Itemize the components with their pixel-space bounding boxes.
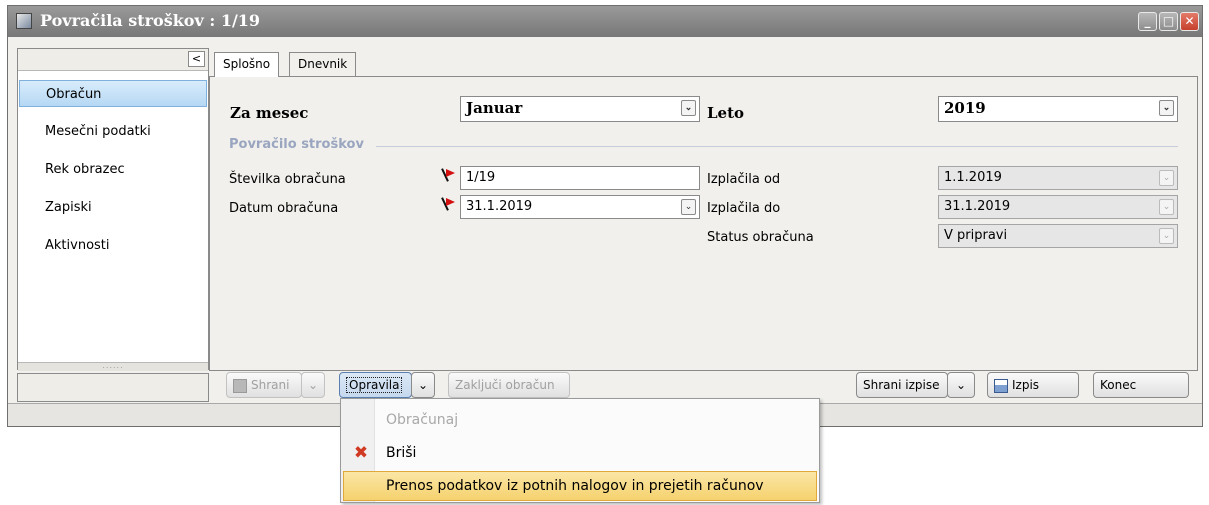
opravila-label: Opravila: [346, 377, 403, 393]
app-icon: [16, 13, 32, 29]
chevron-down-icon[interactable]: ⌄: [681, 100, 696, 116]
required-flag-icon: [441, 168, 455, 182]
group-title: Povračilo stroškov: [229, 137, 364, 152]
menu-item-brisi-label: Briši: [386, 445, 417, 461]
required-flag-icon: [441, 197, 455, 211]
sidebar-footer: [17, 373, 209, 402]
datum-obracuna-label: Datum obračuna: [229, 201, 339, 216]
form-panel: Za mesec Januar ⌄ Leto 2019 ⌄ Povračilo …: [209, 76, 1198, 371]
menu-item-obracunaj: Obračunaj: [386, 412, 459, 428]
status-obracuna-value: V pripravi: [944, 228, 1008, 243]
chevron-down-icon[interactable]: ⌄: [681, 199, 696, 215]
opravila-menu: Obračunaj ✖ Briši Prenos podatkov iz potn…: [340, 398, 820, 503]
za-mesec-select[interactable]: Januar ⌄: [460, 96, 700, 122]
sidebar-item-rek-obrazec[interactable]: Rek obrazec: [19, 156, 207, 183]
izplacila-do-value: 31.1.2019: [944, 199, 1011, 214]
shrani-izpise-button[interactable]: Shrani izpise: [856, 372, 948, 398]
stevilka-obracuna-label: Številka obračuna: [229, 172, 346, 187]
main-window: Povračila stroškov : 1/19 _ □ ✕ < Obraču…: [7, 5, 1203, 427]
title-bar[interactable]: Povračila stroškov : 1/19 _ □ ✕: [8, 6, 1202, 37]
sidebar-splitter[interactable]: ......: [18, 362, 208, 371]
izplacila-do-label: Izplačila do: [707, 201, 781, 216]
zakljuci-obracun-button: Zaključi obračun: [448, 372, 570, 398]
close-button[interactable]: ✕: [1180, 12, 1199, 31]
opravila-button[interactable]: Opravila: [339, 372, 412, 398]
status-obracuna-label: Status obračuna: [707, 230, 814, 245]
izpis-label: Izpis: [1012, 378, 1040, 392]
tab-dnevnik[interactable]: Dnevnik: [289, 52, 357, 76]
maximize-button[interactable]: □: [1159, 12, 1178, 31]
delete-x-icon: ✖: [353, 443, 369, 463]
izplacila-od-value: 1.1.2019: [944, 170, 1002, 185]
konec-button[interactable]: Konec: [1093, 372, 1189, 398]
shrani-izpise-dropdown-button[interactable]: ⌄: [947, 372, 975, 398]
collapse-sidebar-button[interactable]: <: [188, 51, 205, 67]
window-title: Povračila stroškov : 1/19: [40, 11, 261, 30]
izplacila-od-label: Izplačila od: [707, 172, 781, 187]
sidebar-header: <: [18, 49, 208, 71]
leto-select[interactable]: 2019 ⌄: [938, 96, 1178, 122]
za-mesec-value: Januar: [466, 99, 523, 117]
shrani-label: Shrani: [251, 378, 290, 392]
chevron-down-icon: ⌄: [1159, 199, 1174, 215]
datum-obracuna-input[interactable]: 31.1.2019 ⌄: [460, 195, 700, 219]
status-obracuna-field: V pripravi ⌄: [938, 224, 1178, 248]
leto-value: 2019: [944, 99, 986, 117]
sidebar-item-zapiski[interactable]: Zapiski: [19, 194, 207, 221]
minimize-button[interactable]: _: [1138, 12, 1157, 31]
opravila-dropdown-button[interactable]: ⌄: [411, 372, 435, 398]
sidebar: < Obračun Mesečni podatki Rek obrazec Za…: [17, 48, 209, 371]
sidebar-item-aktivnosti[interactable]: Aktivnosti: [19, 232, 207, 259]
chevron-down-icon: ⌄: [1159, 228, 1174, 244]
group-divider: [376, 146, 1178, 147]
printer-icon: [994, 378, 1008, 393]
datum-obracuna-value: 31.1.2019: [466, 199, 533, 214]
chevron-down-icon: ⌄: [1159, 170, 1174, 186]
shrani-dropdown-button: ⌄: [301, 372, 325, 398]
stevilka-obracuna-input[interactable]: 1/19: [460, 166, 700, 190]
chevron-down-icon[interactable]: ⌄: [1159, 100, 1174, 116]
menu-item-prenos-podatkov[interactable]: Prenos podatkov iz potnih nalogov in pre…: [343, 471, 817, 501]
izplacila-od-field: 1.1.2019 ⌄: [938, 166, 1178, 190]
tab-splosno[interactable]: Splošno: [214, 52, 280, 77]
menu-item-brisi[interactable]: ✖ Briši: [343, 438, 817, 468]
leto-label: Leto: [707, 104, 745, 122]
floppy-disk-icon: [233, 378, 247, 393]
sidebar-item-mesecni-podatki[interactable]: Mesečni podatki: [19, 118, 207, 145]
za-mesec-label: Za mesec: [230, 104, 309, 122]
izplacila-do-field: 31.1.2019 ⌄: [938, 195, 1178, 219]
sidebar-item-obracun[interactable]: Obračun: [19, 80, 207, 107]
izpis-button[interactable]: Izpis: [987, 372, 1079, 398]
shrani-button: Shrani: [226, 372, 302, 398]
